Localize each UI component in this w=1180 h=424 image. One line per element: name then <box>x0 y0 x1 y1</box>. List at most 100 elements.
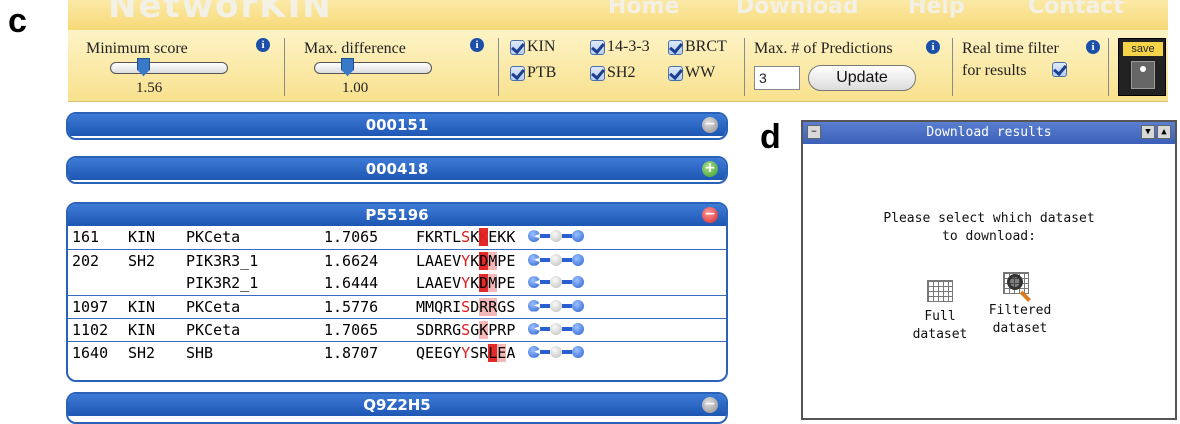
protein-header[interactable]: P55196 − <box>68 204 726 226</box>
checkbox-sh2[interactable]: SH2 <box>590 64 635 82</box>
protein-id: 000151 <box>365 116 429 134</box>
intermediate-node-icon <box>550 276 562 289</box>
min-score-info-icon[interactable]: i <box>256 38 270 52</box>
cell-position: 161 <box>72 228 100 247</box>
window-close-icon[interactable]: − <box>807 125 821 139</box>
min-score-slider[interactable] <box>110 62 228 74</box>
kinase-icon <box>528 253 540 266</box>
grid-icon[interactable] <box>927 280 953 302</box>
protein-id: P55196 <box>365 206 429 224</box>
cell-type: KIN <box>124 317 182 341</box>
full-dataset-option[interactable]: Full dataset <box>895 280 985 344</box>
nav-help[interactable]: Help <box>908 0 965 19</box>
cell-sequence: SDRRGSGKPRP <box>412 317 524 341</box>
max-difference-slider[interactable] <box>314 62 432 74</box>
window-titlebar[interactable]: − Download results ▼ ▲ <box>803 122 1175 144</box>
cell-score: 1.6444 <box>324 274 379 293</box>
floppy-disk-icon <box>1131 61 1155 89</box>
download-results-window: − Download results ▼ ▲ Please select whi… <box>801 120 1177 420</box>
checkbox-ptb[interactable]: PTB <box>510 64 556 82</box>
network-path-graphic[interactable] <box>524 248 726 272</box>
window-title: Download results <box>926 125 1052 140</box>
table-row[interactable]: 202 SH2 PIK3R3_1 1.6624 LAAEVYKDMPE <box>68 248 726 272</box>
expand-plus-icon[interactable]: + <box>702 161 718 177</box>
filtered-dataset-label-2: dataset <box>992 321 1048 336</box>
substrate-node-icon <box>572 345 584 358</box>
checkbox-ww[interactable]: WW <box>668 64 715 82</box>
collapse-minus-icon[interactable]: − <box>702 207 718 223</box>
cell-predictor: PKCeta <box>186 228 241 247</box>
substrate-node-icon <box>572 276 584 289</box>
save-button[interactable]: save <box>1118 38 1166 96</box>
cell-position <box>68 272 124 295</box>
max-difference-label: Max. difference <box>304 40 406 57</box>
network-path-graphic[interactable] <box>524 226 726 249</box>
network-path-graphic[interactable] <box>524 294 726 318</box>
cell-score: 1.7065 <box>320 317 412 341</box>
network-path-graphic[interactable] <box>524 317 726 341</box>
realtime-filter-label: Real time filter <box>962 40 1059 57</box>
cell-position: 202 <box>68 248 124 272</box>
cell-type: SH2 <box>124 248 182 272</box>
table-row[interactable]: 161 KIN PKCeta 1.7065 FKRTLSKKEKK <box>68 226 726 249</box>
kinase-icon <box>528 230 540 243</box>
min-score-label: Minimum score <box>86 40 188 57</box>
realtime-filter-checkbox[interactable] <box>1052 62 1069 77</box>
nav-home[interactable]: Home <box>608 0 679 19</box>
intermediate-node-icon <box>550 253 562 266</box>
magnifier-icon[interactable] <box>1003 272 1037 302</box>
cell-sequence: FKRTLSKKEKK <box>416 228 516 247</box>
prediction-table: 161 KIN PKCeta 1.7065 FKRTLSKKEKK 202 SH2 PIK3R… <box>68 226 726 364</box>
protein-panel-q9z2h5: Q9Z2H5 − <box>66 392 728 424</box>
table-row[interactable]: PIK3R2_1 1.6444 LAAEVYKDMPE <box>68 272 726 295</box>
substrate-node-icon <box>572 322 584 335</box>
protein-id: 000418 <box>365 160 429 178</box>
kinase-icon <box>528 276 540 289</box>
table-row[interactable]: 1640 SH2 SHB 1.8707 QEEGYYSRLEA <box>68 340 726 364</box>
checkbox-ptb-label: PTB <box>527 64 557 81</box>
cell-predictor: PIK3R3_1 <box>182 248 320 272</box>
realtime-filter-info-icon[interactable]: i <box>1086 40 1100 54</box>
cell-predictor: PIK3R2_1 <box>186 274 259 293</box>
table-row[interactable]: 1097 KIN PKCeta 1.5776 MMQRISDRRGS <box>68 294 726 318</box>
min-score-value: 1.56 <box>136 80 163 96</box>
cell-sequence: LAAEVYKDMPE <box>412 248 524 272</box>
checkbox-brct[interactable]: BRCT <box>668 38 727 56</box>
window-collapse-icon[interactable]: ▼ <box>1141 125 1155 139</box>
cell-score: 1.7065 <box>324 228 379 247</box>
nav-download[interactable]: Download <box>736 0 859 19</box>
collapse-minus-icon[interactable]: − <box>702 117 718 133</box>
cell-type: KIN <box>128 228 156 247</box>
checkbox-14-3-3[interactable]: 14-3-3 <box>590 38 650 56</box>
update-button[interactable]: Update <box>808 65 916 91</box>
cell-predictor: PKCeta <box>182 294 320 318</box>
cell-score: 1.8707 <box>320 340 412 364</box>
checkbox-sh2-label: SH2 <box>607 64 636 81</box>
protein-header[interactable]: 000151 − <box>68 114 726 136</box>
panel-label-d: d <box>760 118 781 156</box>
download-message-line1: Please select which dataset <box>883 211 1095 226</box>
protein-panel-000151: 000151 − <box>66 112 728 140</box>
window-maximize-icon[interactable]: ▲ <box>1157 125 1171 139</box>
table-row[interactable]: 1102 KIN PKCeta 1.7065 SDRRGSGKPRP <box>68 317 726 341</box>
download-message-line2: to download: <box>942 229 1036 244</box>
max-difference-value: 1.00 <box>342 80 369 96</box>
max-predictions-input[interactable]: 3 <box>754 66 800 90</box>
max-difference-info-icon[interactable]: i <box>470 38 484 52</box>
brand-logo[interactable]: NetworKIN <box>108 0 333 26</box>
nav-contact[interactable]: Contact <box>1028 0 1124 19</box>
max-predictions-info-icon[interactable]: i <box>926 40 940 54</box>
protein-header[interactable]: 000418 + <box>68 158 726 180</box>
collapse-minus-icon[interactable]: − <box>702 397 718 413</box>
protein-id: Q9Z2H5 <box>363 396 431 414</box>
checkbox-kin[interactable]: KIN <box>510 38 555 56</box>
filtered-dataset-option[interactable]: Filtered dataset <box>975 272 1065 338</box>
protein-header[interactable]: Q9Z2H5 − <box>68 394 726 416</box>
network-path-graphic[interactable] <box>524 272 726 295</box>
kinase-icon <box>528 322 540 335</box>
cell-score: 1.6624 <box>320 248 412 272</box>
protein-panel-p55196: P55196− 161 KIN PKCeta 1.7065 FKRTLSKKEKK 202… <box>66 202 728 382</box>
network-path-graphic[interactable] <box>524 340 726 364</box>
cell-type: KIN <box>124 294 182 318</box>
checkbox-14-3-3-label: 14-3-3 <box>607 38 650 55</box>
